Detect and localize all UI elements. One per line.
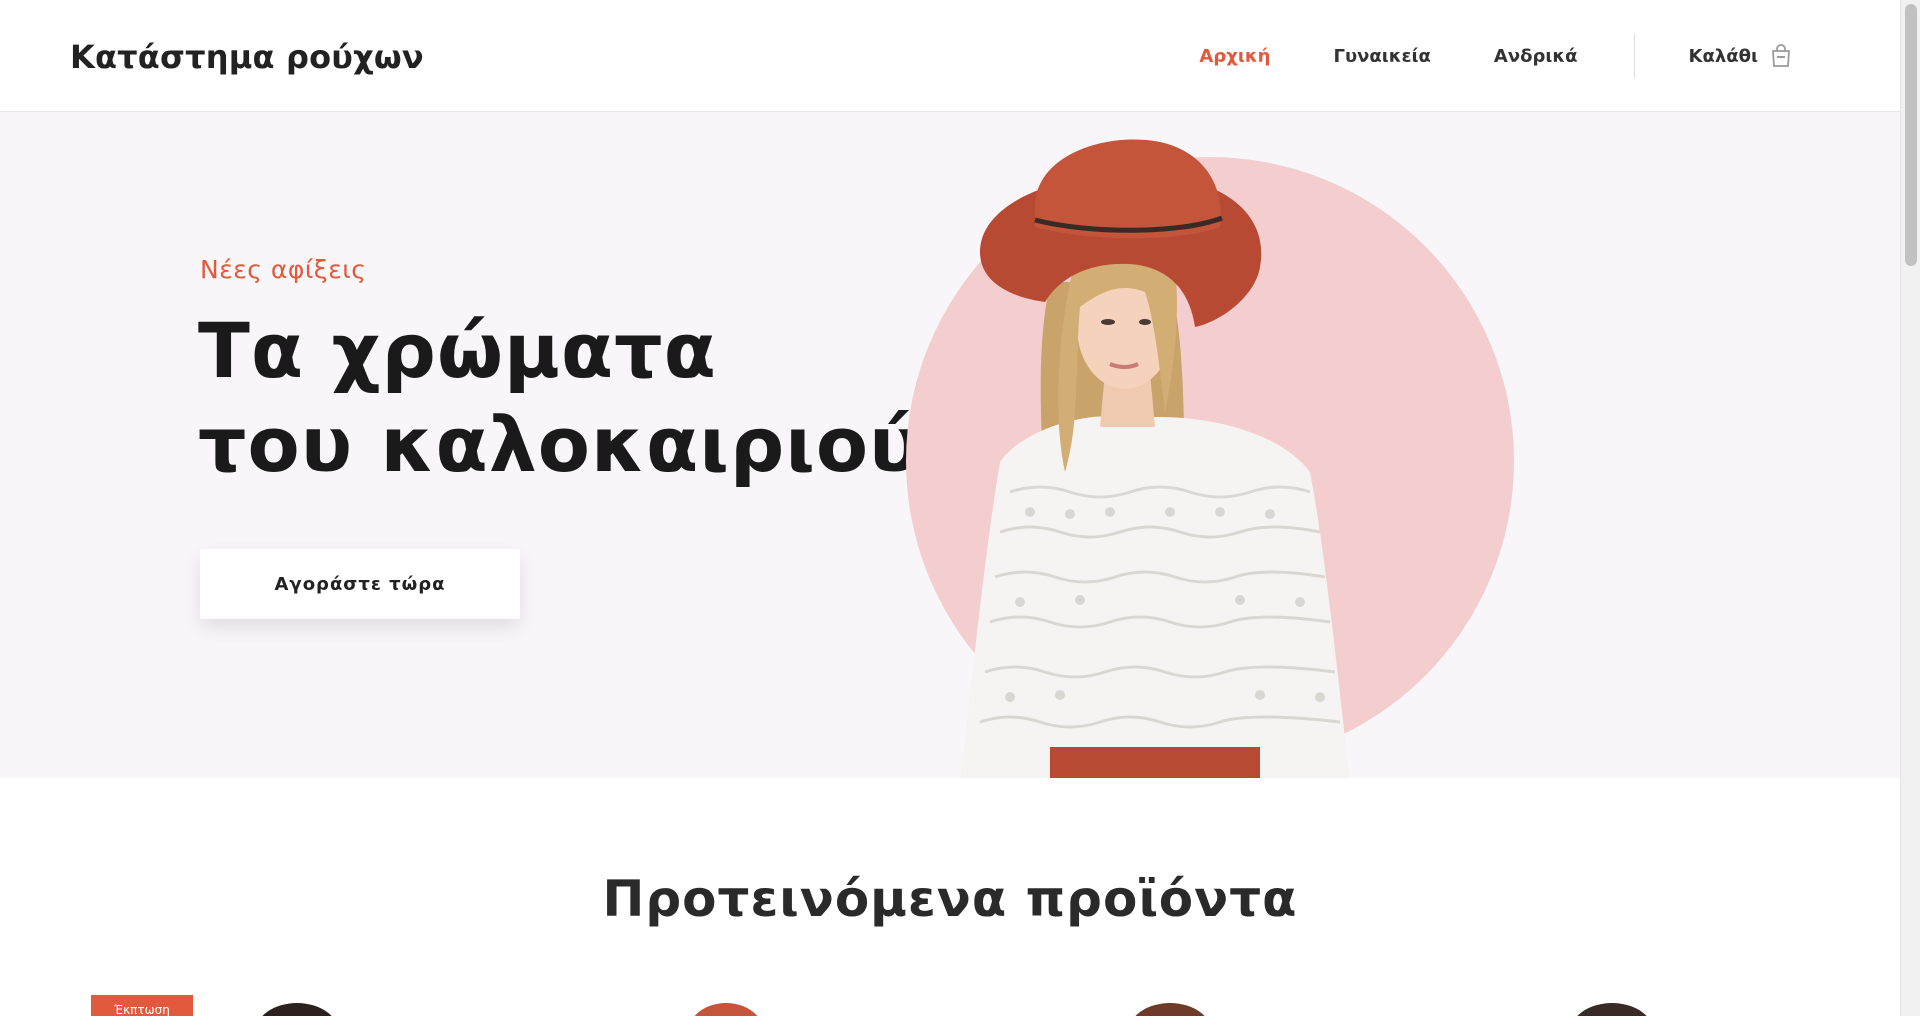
product-image[interactable] — [1128, 1003, 1212, 1016]
hero-title-line-1: Τα χρώματα — [198, 306, 717, 395]
hero-title-line-2: του καλοκαιριού — [198, 400, 922, 489]
main-nav: Αρχική Γυναικεία Ανδρικά Καλάθι — [1136, 0, 1792, 112]
nav-item-men[interactable]: Ανδρικά — [1494, 46, 1578, 67]
hero-title: Τα χρώματα του καλοκαιριού — [198, 304, 921, 492]
shopping-bag-icon — [1770, 44, 1792, 68]
nav-item-home[interactable]: Αρχική — [1199, 46, 1270, 67]
sale-badge: Έκπτωση — [91, 995, 193, 1016]
hero-model-image — [960, 139, 1350, 778]
hero-eyebrow: Νέες αφίξεις — [200, 255, 367, 284]
product-image[interactable] — [688, 1003, 764, 1016]
vertical-scrollbar[interactable] — [1900, 0, 1920, 1016]
product-image[interactable] — [1570, 1003, 1654, 1016]
hero-banner: Νέες αφίξεις Τα χρώματα του καλοκαιριού … — [0, 112, 1900, 778]
site-header: Κατάστημα ρούχων Αρχική Γυναικεία Ανδρικ… — [0, 0, 1900, 112]
product-image[interactable] — [255, 1003, 339, 1016]
nav-item-women[interactable]: Γυναικεία — [1333, 46, 1430, 67]
featured-products-row: Έκπτωση — [0, 985, 1900, 1016]
site-logo[interactable]: Κατάστημα ρούχων — [70, 38, 424, 76]
shop-now-button[interactable]: Αγοράστε τώρα — [200, 549, 520, 619]
cart-label: Καλάθι — [1688, 45, 1758, 67]
featured-products-heading: Προτεινόμενα προϊόντα — [602, 870, 1298, 928]
cart-link[interactable]: Καλάθι — [1689, 44, 1792, 68]
page: Κατάστημα ρούχων Αρχική Γυναικεία Ανδρικ… — [0, 0, 1900, 1016]
scrollbar-thumb[interactable] — [1905, 4, 1917, 266]
nav-divider — [1633, 34, 1635, 78]
